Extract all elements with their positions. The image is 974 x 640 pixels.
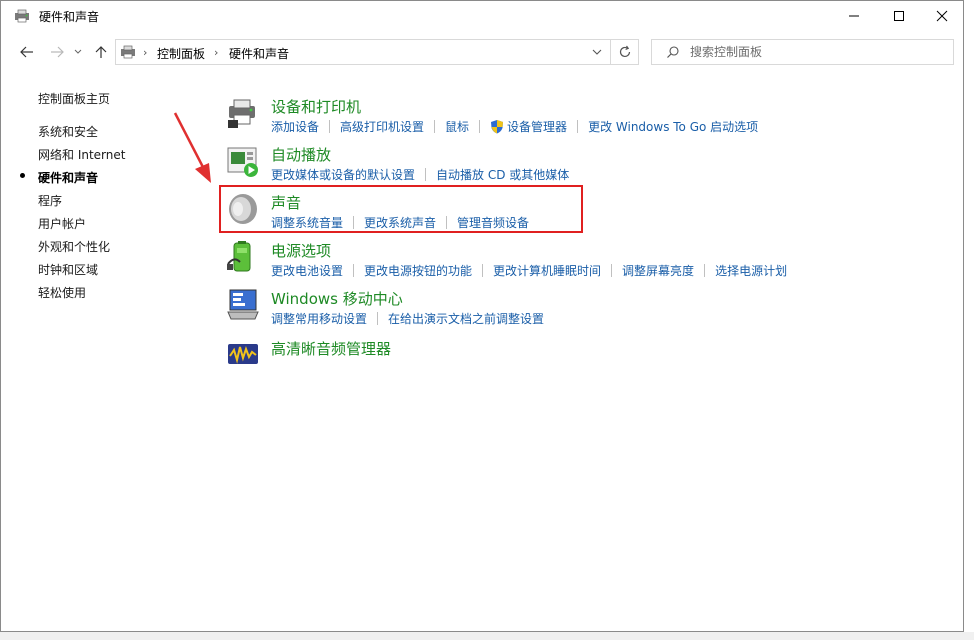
nav-ease-of-access[interactable]: 轻松使用: [38, 284, 86, 301]
link-autoplay-cd[interactable]: 自动播放 CD 或其他媒体: [436, 166, 569, 183]
control-panel-window: 硬件和声音 › 控制面板 › 硬件和声音 搜索控制面板 控制面板主页 系统和安全…: [0, 0, 964, 632]
breadcrumb-separator-icon: ›: [143, 46, 148, 59]
control-panel-icon: [121, 45, 135, 59]
forward-button[interactable]: [48, 43, 66, 61]
link-sleep-time[interactable]: 更改计算机睡眠时间: [493, 262, 601, 279]
title-bar: 硬件和声音: [1, 1, 963, 31]
close-icon: [936, 10, 948, 22]
link-divider: [434, 120, 436, 133]
link-divider: [577, 120, 579, 133]
back-button[interactable]: [18, 43, 36, 61]
link-add-device[interactable]: 添加设备: [271, 118, 319, 135]
battery-icon: [227, 241, 251, 272]
category-title[interactable]: Windows 移动中心: [271, 288, 403, 309]
link-battery-settings[interactable]: 更改电池设置: [271, 262, 343, 279]
link-divider: [329, 120, 331, 133]
maximize-button[interactable]: [876, 1, 922, 31]
link-mobility-settings[interactable]: 调整常用移动设置: [271, 310, 367, 327]
address-row: › 控制面板 › 硬件和声音: [1, 37, 963, 67]
link-advanced-printer-setup[interactable]: 高级打印机设置: [340, 118, 424, 135]
link-screen-brightness[interactable]: 调整屏幕亮度: [622, 262, 694, 279]
search-box[interactable]: [651, 39, 954, 65]
minimize-button[interactable]: [831, 1, 877, 31]
link-default-media-settings[interactable]: 更改媒体或设备的默认设置: [271, 166, 415, 183]
breadcrumb-separator-icon: ›: [214, 46, 219, 59]
refresh-button[interactable]: [610, 40, 639, 64]
mobility-center-icon: [227, 289, 259, 320]
category-title[interactable]: 设备和打印机: [271, 96, 361, 117]
link-windows-to-go[interactable]: 更改 Windows To Go 启动选项: [588, 118, 758, 135]
audio-manager-icon: [228, 344, 258, 364]
category-links: 调整常用移动设置 在给出演示文档之前调整设置: [271, 310, 544, 327]
link-divider: [479, 120, 481, 133]
category-links: 更改电池设置 更改电源按钮的功能 更改计算机睡眠时间 调整屏幕亮度 选择电源计划: [271, 262, 787, 279]
maximize-icon: [894, 11, 904, 21]
link-divider: [377, 312, 379, 325]
category-links: 添加设备 高级打印机设置 鼠标 设备管理器 更改 Windows To Go 启…: [271, 118, 758, 135]
link-divider: [704, 264, 706, 277]
back-arrow-icon: [20, 46, 33, 58]
link-choose-power-plan[interactable]: 选择电源计划: [715, 262, 787, 279]
link-device-manager[interactable]: 设备管理器: [507, 118, 567, 135]
devices-printers-icon: [228, 99, 255, 128]
link-divider: [425, 168, 427, 181]
current-item-bullet: [20, 173, 25, 178]
search-input[interactable]: [690, 43, 940, 61]
sound-highlight-box: [219, 185, 583, 233]
nav-programs[interactable]: 程序: [38, 192, 62, 209]
autoplay-icon: [227, 147, 258, 177]
close-button[interactable]: [919, 1, 963, 31]
background-page-strip: [964, 0, 974, 640]
up-button[interactable]: [92, 43, 110, 61]
address-dropdown-button[interactable]: [586, 40, 608, 64]
nav-network-internet[interactable]: 网络和 Internet: [38, 146, 125, 163]
breadcrumb-control-panel[interactable]: 控制面板: [157, 45, 205, 62]
category-title[interactable]: 电源选项: [271, 240, 331, 261]
category-title[interactable]: 自动播放: [271, 144, 331, 165]
minimize-icon: [849, 15, 859, 17]
nav-hardware-sound[interactable]: 硬件和声音: [38, 169, 98, 186]
link-divider: [611, 264, 613, 277]
forward-arrow-icon: [51, 46, 64, 58]
control-panel-icon: [15, 9, 29, 23]
link-power-button-function[interactable]: 更改电源按钮的功能: [364, 262, 472, 279]
category-links: 更改媒体或设备的默认设置 自动播放 CD 或其他媒体: [271, 166, 569, 183]
link-divider: [353, 264, 355, 277]
chevron-down-icon: [74, 49, 82, 54]
nav-user-accounts[interactable]: 用户帐户: [38, 215, 86, 232]
red-arrow-annotation: [173, 112, 211, 183]
search-icon: [667, 46, 679, 58]
chevron-down-icon: [592, 49, 602, 55]
breadcrumb-hardware-sound[interactable]: 硬件和声音: [229, 45, 289, 62]
nav-system-security[interactable]: 系统和安全: [38, 123, 98, 140]
link-mouse[interactable]: 鼠标: [445, 118, 469, 135]
category-title[interactable]: 高清晰音频管理器: [271, 338, 391, 359]
recent-locations-button[interactable]: [72, 43, 84, 61]
nav-control-panel-home[interactable]: 控制面板主页: [38, 90, 110, 107]
link-divider: [482, 264, 484, 277]
link-presentation-settings[interactable]: 在给出演示文档之前调整设置: [388, 310, 544, 327]
nav-clock-region[interactable]: 时钟和区域: [38, 261, 98, 278]
window-title: 硬件和声音: [39, 10, 100, 24]
nav-appearance[interactable]: 外观和个性化: [38, 238, 110, 255]
up-arrow-icon: [95, 46, 107, 58]
refresh-icon: [619, 45, 631, 58]
address-bar[interactable]: › 控制面板 › 硬件和声音: [115, 39, 639, 65]
background-bottom-strip: [0, 632, 974, 640]
uac-shield-icon: [491, 120, 504, 134]
